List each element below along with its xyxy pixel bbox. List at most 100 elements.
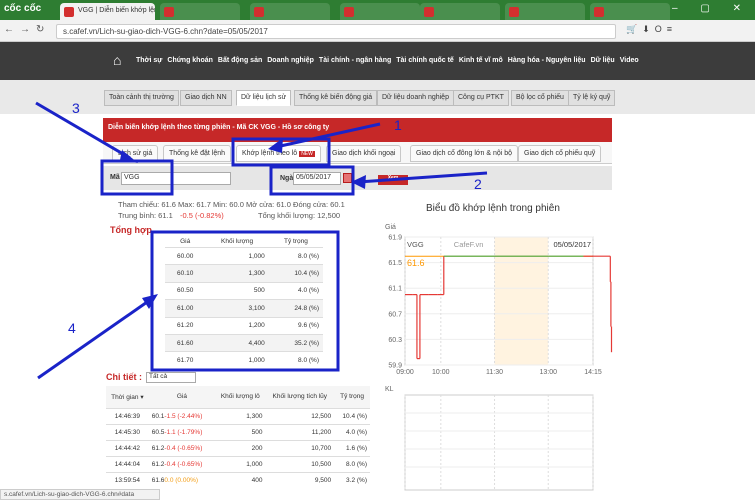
summary-header: Tỷ trọng: [283, 238, 308, 245]
section-tab[interactable]: Công cụ PTKT: [453, 90, 509, 106]
reload-icon[interactable]: ↻: [36, 24, 50, 35]
browser-tab[interactable]: [420, 3, 500, 20]
sub-tab[interactable]: Giao dịch cổ đông lớn & nội bộ: [410, 145, 519, 162]
view-button[interactable]: Xem: [378, 175, 408, 185]
sub-tab[interactable]: Lịch sử giá: [112, 145, 159, 162]
detail-header-cumulative: Khối lượng tích lũy: [265, 386, 335, 408]
summary-volume: 3,100: [205, 299, 269, 318]
y-axis-label: Giá: [385, 224, 396, 231]
window-controls[interactable]: – ▢ ✕: [672, 3, 751, 14]
status-bar: s.cafef.vn/Lich-su-giao-dich-VGG-6.chn#d…: [0, 489, 160, 500]
summary-ratio: 8.0 (%): [268, 351, 323, 370]
summary-price: 60.10: [165, 264, 206, 283]
detail-price-cell: 60.5-1.1 (-1.79%): [148, 423, 216, 440]
stats-line: Tham chiếu: 61.6 Max: 61.7 Min: 60.0 Mở …: [118, 200, 345, 209]
sub-tab[interactable]: Giao dịch cổ phiếu quỹ: [518, 145, 602, 162]
detail-ratio: 10.4 (%): [334, 407, 370, 424]
sub-tab[interactable]: Khớp lệnh theo lô NEW: [236, 145, 321, 162]
site-menu-item[interactable]: Bất động sản: [218, 57, 262, 64]
detail-table: Thời gian ▾ Giá Khối lượng lô Khối lượng…: [106, 386, 370, 488]
detail-ratio: 1.6 (%): [334, 439, 370, 456]
detail-time: 14:46:39: [106, 407, 149, 424]
site-menu-item[interactable]: Chứng khoán: [167, 57, 213, 64]
summary-price: 61.70: [165, 351, 206, 370]
volume-axis-label: KL: [385, 386, 394, 393]
detail-cumulative: 9,500: [265, 471, 335, 488]
browser-tab[interactable]: [250, 3, 330, 20]
summary-volume: 1,000: [205, 246, 269, 265]
total-volume: Tổng khối lượng: 12,500: [258, 211, 341, 220]
summary-header: Khối lượng: [221, 238, 254, 245]
intraday-chart: 61.961.561.160.760.359.909:00 10:00 11:30 1…: [385, 224, 613, 491]
site-menu-item[interactable]: Thời sự: [136, 57, 162, 64]
section-tab[interactable]: Bộ lọc cổ phiếu: [511, 90, 569, 106]
summary-row: 60.10 1,300 10.4 (%): [165, 264, 323, 283]
section-tab[interactable]: Dữ liệu lịch sử: [236, 90, 292, 106]
detail-cumulative: 10,700: [265, 439, 335, 456]
new-badge: NEW: [299, 151, 315, 157]
nav-buttons[interactable]: ←→↻: [4, 24, 50, 35]
reference-label: 61.6: [407, 258, 425, 268]
sub-tab[interactable]: Thống kê đặt lệnh: [163, 145, 232, 162]
forward-icon[interactable]: →: [20, 24, 36, 35]
favicon-icon: [424, 7, 434, 17]
sub-tab-label: Giao dịch cổ đông lớn & nội bộ: [416, 150, 513, 157]
browser-tab[interactable]: VGG | Diễn biến khớp lệnh: [60, 3, 155, 20]
menu-icon: ≡: [666, 24, 678, 34]
site-menu: Thời sự Chứng khoán Bất động sản Doanh nghi…: [136, 55, 644, 64]
cart-icon: 🛒: [626, 24, 643, 34]
browser-tab[interactable]: [340, 3, 420, 20]
section-tab[interactable]: Tỷ lệ ký quỹ: [568, 90, 616, 106]
date-input[interactable]: 05/05/2017: [293, 172, 341, 185]
detail-change: -0.4 (-0.65%): [164, 460, 203, 468]
home-icon[interactable]: ⌂: [113, 52, 121, 68]
detail-time: 14:44:04: [106, 455, 149, 472]
x-tick-label: 13:00: [539, 369, 557, 376]
detail-time: 14:44:42: [106, 439, 149, 456]
summary-row: 60.50 500 4.0 (%): [165, 281, 323, 300]
summary-volume: 1,200: [205, 316, 269, 335]
x-tick-label: 09:00: [396, 369, 414, 376]
site-menu-item[interactable]: Doanh nghiệp: [267, 57, 314, 64]
browser-tab[interactable]: [160, 3, 240, 20]
sub-tab-label: Lịch sử giá: [118, 150, 153, 157]
annotation-number-2: 2: [474, 176, 482, 192]
download-icon: ⬇: [642, 24, 655, 34]
section-tab[interactable]: Giao dịch NN: [180, 90, 232, 106]
y-tick-label: 61.9: [388, 235, 402, 242]
detail-filter-select[interactable]: Tất cả: [146, 372, 196, 383]
detail-header-time[interactable]: Thời gian ▾: [106, 386, 149, 408]
section-tab[interactable]: Toàn cảnh thị trường: [104, 90, 179, 106]
browser-tab-label: VGG | Diễn biến khớp lệnh: [78, 7, 155, 14]
browser-tab[interactable]: [590, 3, 670, 20]
summary-row: 60.00 1,000 8.0 (%): [165, 246, 323, 265]
section-tab[interactable]: Thống kê biến động giá: [294, 90, 378, 106]
sub-tab[interactable]: Giao dịch khối ngoại: [326, 145, 402, 162]
back-icon[interactable]: ←: [4, 24, 20, 35]
detail-cumulative: 10,500: [265, 455, 335, 472]
site-menu-item[interactable]: Hàng hóa - Nguyên liệu: [508, 57, 586, 64]
favicon-icon: [344, 7, 354, 17]
site-menu-item[interactable]: Video: [620, 57, 639, 64]
site-menu-item[interactable]: Tài chính quốc tế: [396, 57, 454, 64]
url-input[interactable]: s.cafef.vn/Lich-su-giao-dich-VGG-6.chn?d…: [56, 24, 616, 39]
detail-price-cell: 61.60.0 (0.00%): [148, 471, 216, 488]
summary-ratio: 35.2 (%): [268, 333, 323, 352]
section-tab[interactable]: Dữ liệu doanh nghiệp: [377, 90, 454, 106]
detail-volume: 400: [215, 471, 266, 488]
x-tick-label: 14:15: [584, 369, 602, 376]
browser-tab[interactable]: [505, 3, 585, 20]
calendar-icon[interactable]: [343, 173, 352, 183]
detail-row: 14:45:30 60.5-1.1 (-1.79%) 500 11,200 4.0 (%…: [106, 423, 370, 440]
ticker-input[interactable]: VGG: [121, 172, 231, 185]
site-menu-item[interactable]: Dữ liệu: [591, 57, 615, 64]
detail-ratio: 3.2 (%): [334, 471, 370, 488]
site-menu-item[interactable]: Kinh tế vĩ mô: [459, 57, 503, 64]
extension-icons[interactable]: 🛒⬇O≡: [626, 24, 677, 35]
site-menu-item[interactable]: Tài chính - ngân hàng: [319, 57, 391, 64]
sub-tab-label: Thống kê đặt lệnh: [169, 150, 226, 157]
detail-row: 14:44:42 61.2-0.4 (-0.65%) 200 10,700 1.6 (%…: [106, 439, 370, 456]
browser-logo[interactable]: cốc cốc: [4, 3, 41, 14]
summary-title: Tổng hợp: [110, 225, 152, 235]
summary-row: 61.00 3,100 24.8 (%): [165, 299, 323, 318]
